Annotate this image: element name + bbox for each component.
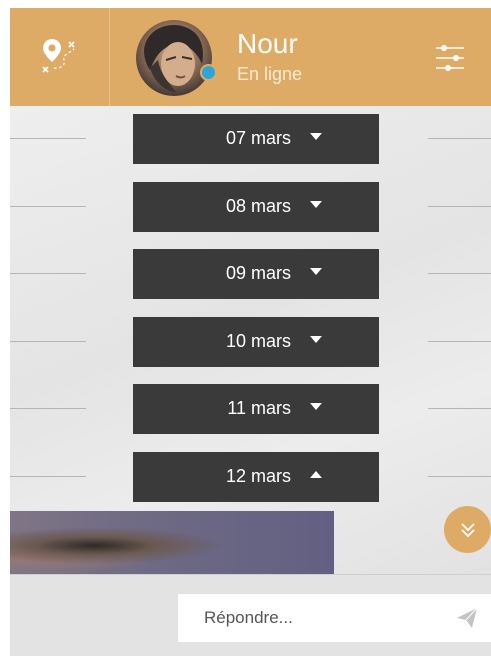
- date-toggle-button[interactable]: 07 mars: [133, 114, 379, 164]
- date-separator: 08 mars: [10, 182, 491, 232]
- image-message[interactable]: [10, 511, 334, 574]
- contact-avatar[interactable]: [136, 20, 212, 96]
- date-label: 12 mars: [225, 466, 291, 486]
- date-toggle-button[interactable]: 10 mars: [133, 317, 379, 367]
- date-separator: 11 mars: [10, 384, 491, 434]
- caret-down-icon: [310, 268, 322, 275]
- caret-down-icon: [310, 336, 322, 343]
- date-toggle-button[interactable]: 12 mars: [133, 452, 379, 502]
- caret-down-icon: [310, 403, 322, 410]
- contact-name: Nour: [237, 28, 298, 59]
- online-status-dot: [200, 64, 217, 81]
- date-label: 08 mars: [225, 196, 291, 216]
- date-label: 10 mars: [225, 331, 291, 351]
- divider: [10, 206, 86, 207]
- date-separator: 09 mars: [10, 249, 491, 299]
- contact-status: En ligne: [237, 64, 303, 84]
- divider: [428, 273, 491, 274]
- date-label: 11 mars: [227, 398, 291, 418]
- double-chevron-down-icon: [460, 522, 475, 537]
- date-separator: 07 mars: [10, 114, 491, 164]
- divider: [428, 476, 491, 477]
- caret-up-icon: [310, 471, 322, 478]
- sliders-icon: [436, 45, 464, 71]
- scroll-to-bottom-button[interactable]: [444, 506, 491, 553]
- send-button[interactable]: [455, 606, 479, 630]
- message-list[interactable]: 07 mars 08 mars 09 mars 10 mars 11 mars …: [10, 106, 491, 574]
- date-toggle-button[interactable]: 11 mars: [133, 384, 379, 434]
- date-separator: 12 mars: [10, 452, 491, 502]
- date-toggle-button[interactable]: 09 mars: [133, 249, 379, 299]
- date-toggle-button[interactable]: 08 mars: [133, 182, 379, 232]
- divider: [10, 273, 86, 274]
- map-pin-route-icon: [41, 39, 75, 73]
- chat-header: Nour En ligne: [10, 8, 491, 106]
- divider: [10, 408, 86, 409]
- chat-screen: Nour En ligne 07 mars 08 mars 09 mars 10…: [10, 8, 491, 656]
- divider: [428, 408, 491, 409]
- divider: [428, 341, 491, 342]
- divider: [428, 206, 491, 207]
- avatar-portrait-icon: [144, 25, 204, 92]
- settings-button[interactable]: [430, 38, 470, 78]
- reply-bar: [10, 574, 491, 656]
- date-separator: 10 mars: [10, 317, 491, 367]
- paper-plane-icon: [457, 607, 478, 628]
- date-label: 09 mars: [225, 263, 291, 283]
- divider: [10, 341, 86, 342]
- caret-down-icon: [310, 133, 322, 140]
- divider: [428, 138, 491, 139]
- caret-down-icon: [310, 201, 322, 208]
- reply-input[interactable]: [178, 594, 491, 642]
- divider: [10, 138, 86, 139]
- map-route-button[interactable]: [10, 8, 110, 106]
- divider: [10, 476, 86, 477]
- date-label: 07 mars: [225, 128, 291, 148]
